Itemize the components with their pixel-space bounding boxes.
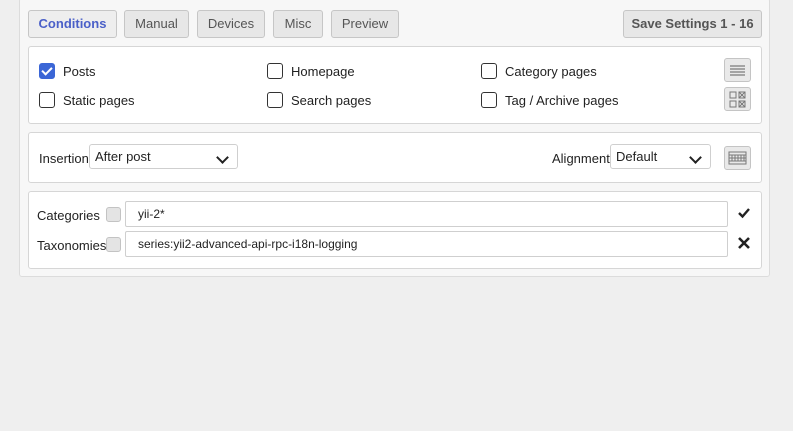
homepage-label: Homepage [291,64,355,79]
x-icon [738,237,750,249]
taxonomies-label: Taxonomies [37,238,107,253]
list-icon [730,65,745,76]
page-types-panel: Posts Homepage Category pages Static pag… [28,46,762,124]
keyboard-button[interactable] [724,146,751,170]
alignment-value: Default [616,149,658,164]
categories-input[interactable] [125,201,728,227]
categories-toggle[interactable] [106,207,121,222]
taxonomies-input[interactable] [125,231,728,257]
chevron-down-icon [216,151,229,164]
check-icon [738,208,750,219]
insertion-value: After post [95,149,151,164]
static-pages-label: Static pages [63,93,135,108]
static-pages-checkbox[interactable] [39,92,55,108]
filters-panel: Categories Taxonomies [28,191,762,269]
tab-preview[interactable]: Preview [331,10,399,38]
list-view-button[interactable] [724,58,751,82]
chevron-down-icon [689,151,702,164]
tag-archive-pages-checkbox[interactable] [481,92,497,108]
categories-label: Categories [37,208,100,223]
category-pages-label: Category pages [505,64,597,79]
category-pages-checkbox[interactable] [481,63,497,79]
tab-devices[interactable]: Devices [197,10,265,38]
taxonomies-toggle[interactable] [106,237,121,252]
homepage-checkbox[interactable] [267,63,283,79]
tab-misc[interactable]: Misc [273,10,323,38]
tag-archive-pages-label: Tag / Archive pages [505,93,619,108]
search-pages-label: Search pages [291,93,372,108]
insertion-label: Insertion [39,151,89,166]
grid-view-button[interactable] [724,87,751,111]
tab-manual[interactable]: Manual [124,10,189,38]
insertion-panel: Insertion After post Alignment Default [28,132,762,183]
alignment-select[interactable]: Default [610,144,711,169]
save-settings-button[interactable]: Save Settings 1 - 16 [623,10,762,38]
grid-icon [729,91,746,108]
alignment-label: Alignment [552,151,610,166]
search-pages-checkbox[interactable] [267,92,283,108]
keyboard-icon [728,151,747,165]
posts-label: Posts [63,64,96,79]
insertion-select[interactable]: After post [89,144,238,169]
tab-conditions[interactable]: Conditions [28,10,117,38]
posts-checkbox[interactable] [39,63,55,79]
